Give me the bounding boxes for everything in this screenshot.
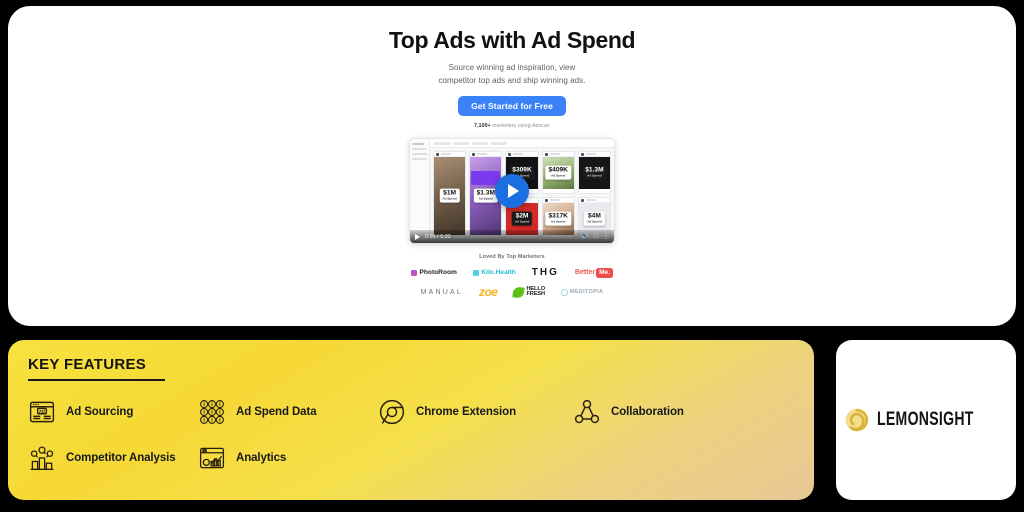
feature-label: Analytics [236, 451, 287, 464]
logo-row-1: PhotoRoom Kilo.Health THG Better Me. [411, 267, 613, 278]
ad-window-icon: AD [28, 398, 56, 426]
meditopia-mark-icon [560, 288, 568, 296]
photoroom-logo: PhotoRoom [411, 269, 457, 276]
volume-icon[interactable]: 🔊 [581, 234, 588, 240]
collaboration-icon [573, 398, 601, 426]
feature-analytics[interactable]: Analytics [198, 444, 378, 472]
svg-text:AD: AD [39, 408, 45, 413]
lemon-spiral-icon [844, 407, 870, 433]
ad-column: $1M Ad Spend [433, 151, 467, 241]
feature-ad-spend-data[interactable]: Ad Spend Data [198, 398, 378, 426]
feature-collaboration[interactable]: Collaboration [573, 398, 794, 426]
feature-label: Collaboration [611, 405, 684, 418]
ad-spend-badge: $409K Ad Spend [545, 165, 571, 180]
ad-spend-badge: $2M Ad Spend [511, 211, 533, 226]
hellofresh-leaf-icon [512, 285, 526, 299]
ad-spend-label: Ad Spend [478, 196, 494, 201]
key-features-heading: KEY FEATURES [28, 356, 147, 373]
ad-spend-amount: $317K [548, 212, 568, 220]
meditopia-label: MEDITOPIA [569, 289, 604, 296]
ad-column: $409K Ad Spend $317K Ad Spend [541, 151, 575, 241]
ad-spend-badge: $4M Ad Spend [584, 211, 605, 226]
feature-label: Ad Spend Data [236, 405, 317, 418]
competitor-chart-icon [28, 444, 56, 472]
ad-card: $1M Ad Spend [433, 151, 467, 241]
ad-card: $409K Ad Spend [541, 151, 575, 195]
feature-chrome-extension[interactable]: Chrome Extension [378, 398, 573, 426]
key-features-panel: KEY FEATURES AD Ad Sourcing Ad Spend Dat… [8, 340, 814, 500]
chrome-icon [378, 398, 406, 426]
video-player[interactable]: $1M Ad Spend $1.3M Ad Spend $309K Ad Spe… [409, 138, 615, 245]
analytics-window-icon [198, 444, 226, 472]
ad-spend-label: Ad Spend [442, 196, 457, 201]
fullscreen-icon[interactable]: ⛶ [594, 234, 598, 240]
play-icon[interactable] [415, 233, 420, 240]
photoroom-mark-icon [411, 269, 417, 276]
get-started-button[interactable]: Get Started for Free [458, 96, 566, 117]
page-root: Top Ads with Ad Spend Source winning ad … [0, 0, 1024, 512]
meditopia-logo: MEDITOPIA [560, 288, 604, 296]
video-timestamp: 0:00 / 6:32 [425, 233, 451, 240]
ad-spend-amount: $409K [548, 166, 568, 174]
ad-spend-amount: $309K [512, 166, 532, 174]
feature-label: Chrome Extension [416, 405, 517, 418]
betterme-label: Better [574, 269, 596, 277]
hero-subtitle-line-1: Source winning ad inspiration, view [448, 63, 576, 73]
photoroom-label: PhotoRoom [419, 269, 457, 277]
ad-column: $1.3M Ad Spend $4M Ad Spend [577, 151, 612, 241]
ad-spend-label: Ad Spend [587, 219, 602, 224]
feature-label: Competitor Analysis [66, 451, 176, 464]
hellofresh-line-2: FRESH [526, 291, 545, 298]
feature-competitor-analysis[interactable]: Competitor Analysis [28, 444, 198, 472]
kilohealth-logo: Kilo.Health [472, 269, 516, 277]
hero-subtitle-line-2: competitor top ads and ship winning ads. [438, 75, 586, 85]
brand-card: LEMONSIGHT [836, 340, 1016, 500]
more-options-icon[interactable]: ⋮ [603, 234, 609, 240]
logo-row-2: MANUAL zoe HELLO FRESH MEDITOPIA [421, 285, 604, 299]
ad-spend-amount: $1M [443, 189, 456, 197]
play-button[interactable] [495, 174, 529, 209]
ad-spend-label: Ad Spend [550, 219, 566, 224]
ad-spend-label: Ad Spend [587, 173, 602, 178]
hero-content: Top Ads with Ad Spend Source winning ad … [8, 6, 1016, 326]
feature-ad-sourcing[interactable]: AD Ad Sourcing [28, 398, 198, 426]
kilohealth-label: Kilo.Health [481, 269, 516, 277]
brand-name: LEMONSIGHT [877, 409, 974, 430]
ad-spend-badge: $1M Ad Spend [439, 188, 460, 203]
ad-spend-amount: $4M [587, 212, 601, 220]
feature-label: Ad Sourcing [66, 405, 134, 418]
ad-spend-label: Ad Spend [514, 219, 530, 224]
betterme-badge: Me. [596, 267, 613, 278]
coins-grid-icon [198, 398, 226, 426]
kilohealth-mark-icon [472, 269, 479, 276]
app-sidebar-mock [410, 139, 430, 244]
ad-spend-amount: $1.3M [476, 189, 495, 197]
social-proof-count: 7,100+ [474, 123, 491, 130]
loved-by-heading: Loved By Top Marketers [479, 254, 545, 261]
ad-spend-badge: $1.3M Ad Spend [582, 165, 607, 180]
ad-spend-amount: $1.3M [585, 166, 604, 174]
hellofresh-logo: HELLO FRESH [512, 285, 545, 299]
thg-logo: THG [531, 267, 559, 279]
zoe-logo: zoe [478, 285, 498, 300]
betterme-logo: Better Me. [574, 267, 613, 278]
hero-card: Top Ads with Ad Spend Source winning ad … [8, 6, 1016, 326]
ad-spend-label: Ad Spend [550, 173, 566, 178]
manual-logo: MANUAL [420, 288, 463, 296]
hellofresh-label: HELLO FRESH [526, 286, 545, 298]
features-grid: AD Ad Sourcing Ad Spend Data Chrome Exte… [28, 398, 794, 472]
ad-spend-badge: $317K Ad Spend [545, 211, 571, 226]
video-controls[interactable]: 0:00 / 6:32 🔊 ⛶ ⋮ [410, 230, 614, 244]
hero-subtitle: Source winning ad inspiration, view comp… [439, 62, 586, 87]
social-proof-label: marketers using Adscan [490, 123, 550, 130]
social-proof-text: 7,100+ marketers using Adscan [474, 123, 550, 129]
app-toolbar-mock [430, 139, 614, 149]
ad-spend-amount: $2M [515, 212, 529, 220]
ad-card: $1.3M Ad Spend [577, 151, 612, 195]
page-title: Top Ads with Ad Spend [388, 27, 636, 53]
heading-underline [28, 379, 165, 381]
